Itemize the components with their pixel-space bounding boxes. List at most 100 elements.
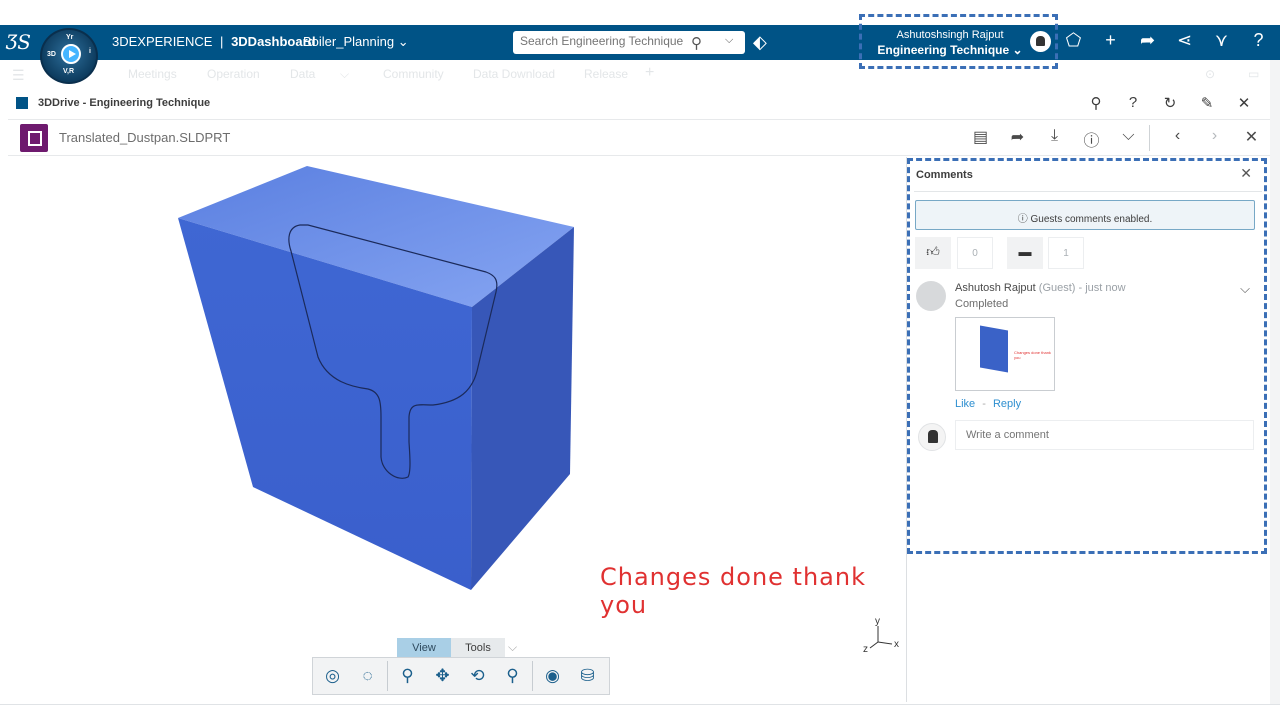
- zoom-icon[interactable]: ⚲: [392, 661, 423, 691]
- file-name: Translated_Dustpan.SLDPRT: [59, 130, 231, 145]
- chevron-down-icon[interactable]: ⌵: [1240, 281, 1250, 297]
- toggle-icon[interactable]: ⊙: [1205, 67, 1215, 81]
- close-icon[interactable]: ✕: [1243, 127, 1260, 147]
- compass-icon[interactable]: Yr 3D i V,R: [40, 28, 98, 84]
- comment-text: Completed: [955, 298, 1009, 310]
- refresh-icon[interactable]: ↻: [1160, 94, 1180, 112]
- pin-icon[interactable]: ✎: [1197, 94, 1217, 112]
- comment-attachment-image[interactable]: Changes done thank you: [955, 317, 1055, 391]
- share-icon[interactable]: ➦: [1007, 127, 1028, 151]
- dassault-logo-icon[interactable]: ƷS: [6, 30, 31, 54]
- tab-tools[interactable]: Tools: [451, 638, 505, 658]
- tab-view[interactable]: View: [397, 638, 451, 658]
- rotate-icon[interactable]: ⟲: [462, 661, 493, 691]
- viewer-toolbar: ◎ ◌ ⚲ ✥ ⟲ ⚲ ◉ ⛁: [312, 657, 610, 695]
- like-button[interactable]: 👍︎: [915, 237, 951, 269]
- avatar: [918, 423, 946, 451]
- network-icon[interactable]: ⋖: [1173, 30, 1196, 51]
- search-icon[interactable]: ⚲: [691, 34, 702, 52]
- share-icon[interactable]: ➦: [1136, 30, 1159, 51]
- tab-data[interactable]: Data: [290, 67, 315, 81]
- avatar[interactable]: [1030, 31, 1051, 52]
- divider: [387, 661, 388, 691]
- axis-z-label: z: [863, 644, 868, 655]
- tab-release[interactable]: Release: [584, 67, 628, 81]
- like-count: 0: [957, 237, 993, 269]
- top-toolbar: ⬠ + ➦ ⋖ ⋎ ?: [1062, 30, 1270, 51]
- dashboard-selector[interactable]: Boiler_Planning ⌄: [303, 34, 409, 50]
- add-annotation-icon[interactable]: ◌: [352, 661, 383, 691]
- file-header: Translated_Dustpan.SLDPRT ▤ ➦ ⤓ ⓘ ⌵ ‹ › …: [8, 120, 1270, 156]
- write-comment-input[interactable]: [955, 420, 1254, 450]
- guest-notice-text: Guests comments enabled.: [1030, 214, 1153, 225]
- tab-operation[interactable]: Operation: [207, 67, 260, 81]
- chevron-down-icon[interactable]: ⌵: [340, 67, 349, 82]
- label-icon[interactable]: ⬠: [1062, 30, 1085, 51]
- top-bar: ƷS 3DEXPERIENCE | 3DDashboard Boiler_Pla…: [0, 25, 1280, 60]
- comments-panel: Comments ✕ ⓘ Guests comments enabled. 👍︎…: [907, 158, 1267, 554]
- divider: [532, 661, 533, 691]
- avatar: [916, 281, 946, 311]
- app-toolbar: ⚲ ? ↻ ✎ ✕: [1086, 94, 1254, 112]
- user-role-label: Engineering Technique: [877, 43, 1010, 57]
- add-tab-icon[interactable]: +: [645, 64, 654, 82]
- comments-title: Comments: [916, 169, 973, 181]
- comment-icon[interactable]: ▤: [970, 127, 991, 151]
- brand-separator: |: [220, 34, 224, 49]
- app-title: 3DDrive - Engineering Technique: [38, 97, 211, 109]
- tab-community[interactable]: Community: [383, 67, 444, 81]
- pan-icon[interactable]: ✥: [427, 661, 458, 691]
- comment-count-button[interactable]: ▬: [1007, 237, 1043, 269]
- thumbs-up-icon: 👍︎: [926, 244, 940, 259]
- chevron-down-icon[interactable]: ⌵: [1118, 127, 1139, 151]
- comment-meta: (Guest) - just now: [1038, 282, 1126, 294]
- play-icon: [61, 44, 81, 64]
- close-icon[interactable]: ✕: [1240, 165, 1252, 182]
- viewer-toolbar-tabs: View Tools: [397, 638, 509, 658]
- view-mode-icon[interactable]: ◉: [537, 661, 568, 691]
- scrollbar[interactable]: [1270, 60, 1280, 705]
- help-icon[interactable]: ?: [1123, 94, 1143, 112]
- menu-icon[interactable]: ☰: [12, 67, 25, 84]
- compass-label-right: i: [89, 48, 91, 55]
- file-nav: ‹ › ✕: [1169, 127, 1260, 147]
- brand: 3DEXPERIENCE | 3DDashboard: [112, 34, 316, 49]
- search-options-chevron-icon[interactable]: ⌵: [725, 34, 733, 47]
- user-menu[interactable]: Ashutoshsingh Rajput Engineering Techniq…: [859, 14, 1058, 69]
- user-name: Ashutoshsingh Rajput: [896, 29, 1004, 41]
- tab-meetings[interactable]: Meetings: [128, 67, 177, 81]
- fit-all-icon[interactable]: ◎: [317, 661, 348, 691]
- prev-icon[interactable]: ‹: [1169, 127, 1186, 147]
- chevron-down-icon[interactable]: ⌵: [508, 640, 517, 655]
- axis-triad: y x z: [861, 616, 901, 656]
- comment-count: 1: [1048, 237, 1084, 269]
- plus-icon[interactable]: +: [1099, 30, 1122, 51]
- 3d-viewer[interactable]: Changes done thank you: [18, 157, 907, 702]
- close-icon[interactable]: ✕: [1234, 94, 1254, 112]
- tag-icon[interactable]: ⬖: [753, 32, 767, 53]
- compass-tools-icon[interactable]: ⋎: [1210, 30, 1233, 51]
- tab-data-download[interactable]: Data Download: [473, 67, 555, 81]
- search-input[interactable]: [520, 34, 685, 48]
- next-icon[interactable]: ›: [1206, 127, 1223, 147]
- render-mode-icon[interactable]: ⛁: [572, 661, 603, 691]
- search-icon[interactable]: ⚲: [1086, 94, 1106, 112]
- divider: [1149, 125, 1150, 151]
- info-icon[interactable]: ⓘ: [1081, 127, 1102, 151]
- brand-prefix: 3DEXPERIENCE: [112, 34, 213, 49]
- dustpan-model[interactable]: [18, 157, 907, 702]
- help-icon[interactable]: ?: [1247, 30, 1270, 51]
- chat-icon[interactable]: ▭: [1248, 67, 1259, 81]
- reply-link[interactable]: Reply: [993, 398, 1021, 410]
- 3ddrive-logo-icon: [16, 97, 28, 109]
- part-file-icon: [20, 124, 48, 152]
- axis-x-label: x: [894, 639, 899, 650]
- download-icon[interactable]: ⤓: [1044, 127, 1065, 151]
- zoom-area-icon[interactable]: ⚲: [497, 661, 528, 691]
- like-link[interactable]: Like: [955, 398, 975, 410]
- separator: -: [982, 398, 986, 410]
- chevron-down-icon: ⌄: [397, 34, 409, 49]
- chevron-down-icon: ⌄: [1012, 43, 1023, 57]
- guest-comments-notice: ⓘ Guests comments enabled.: [915, 200, 1255, 230]
- compass-label-top: Yr: [66, 34, 74, 41]
